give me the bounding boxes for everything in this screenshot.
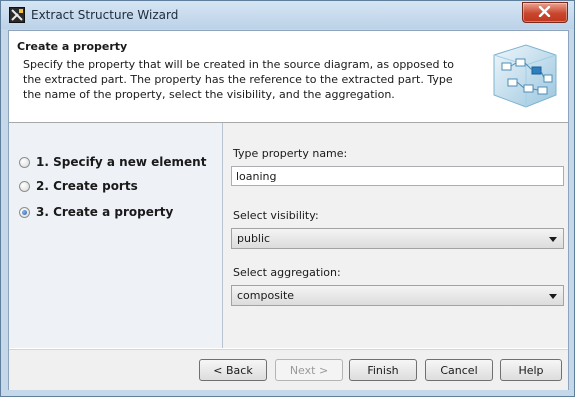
visibility-label: Select visibility: xyxy=(233,209,319,222)
wizard-header: Create a property Specify the property t… xyxy=(9,31,568,123)
close-icon xyxy=(538,6,551,17)
window-title: Extract Structure Wizard xyxy=(31,8,179,22)
next-button[interactable]: Next > xyxy=(275,359,343,381)
aggregation-value: composite xyxy=(237,289,295,302)
radio-button[interactable] xyxy=(19,180,30,192)
step-label: 1. Specify a new element xyxy=(36,155,207,169)
form-panel: Type property name: Select visibility: p… xyxy=(223,123,568,348)
visibility-value: public xyxy=(237,232,271,245)
page-title: Create a property xyxy=(17,40,128,53)
radio-button[interactable] xyxy=(19,156,30,168)
property-name-input[interactable] xyxy=(231,166,564,186)
chevron-down-icon xyxy=(549,237,557,242)
wizard-window: Extract Structure Wizard Create a proper… xyxy=(0,0,575,397)
visibility-dropdown[interactable]: public xyxy=(231,228,564,249)
page-description: Specify the property that will be create… xyxy=(23,58,455,101)
help-button[interactable]: Help xyxy=(500,359,562,381)
chevron-down-icon xyxy=(549,294,557,299)
radio-button-selected[interactable] xyxy=(19,206,30,218)
back-button[interactable]: < Back xyxy=(199,359,267,381)
cancel-button[interactable]: Cancel xyxy=(425,359,493,381)
step-create-property[interactable]: 3. Create a property xyxy=(19,203,173,221)
structure-diagram-art xyxy=(493,44,557,108)
wizard-app-icon xyxy=(9,7,25,23)
wizard-body: Create a property Specify the property t… xyxy=(8,30,569,390)
aggregation-dropdown[interactable]: composite xyxy=(231,285,564,306)
finish-button[interactable]: Finish xyxy=(349,359,417,381)
button-bar: < Back Next > Finish Cancel Help xyxy=(9,349,568,390)
title-bar[interactable]: Extract Structure Wizard xyxy=(1,1,574,29)
step-create-ports[interactable]: 2. Create ports xyxy=(19,177,138,195)
step-label: 3. Create a property xyxy=(36,205,174,219)
aggregation-label: Select aggregation: xyxy=(233,266,341,279)
property-name-label: Type property name: xyxy=(233,147,348,160)
step-label: 2. Create ports xyxy=(36,179,138,193)
close-button[interactable] xyxy=(522,2,568,23)
step-specify-element[interactable]: 1. Specify a new element xyxy=(19,153,206,171)
steps-panel: 1. Specify a new element 2. Create ports… xyxy=(9,123,223,348)
